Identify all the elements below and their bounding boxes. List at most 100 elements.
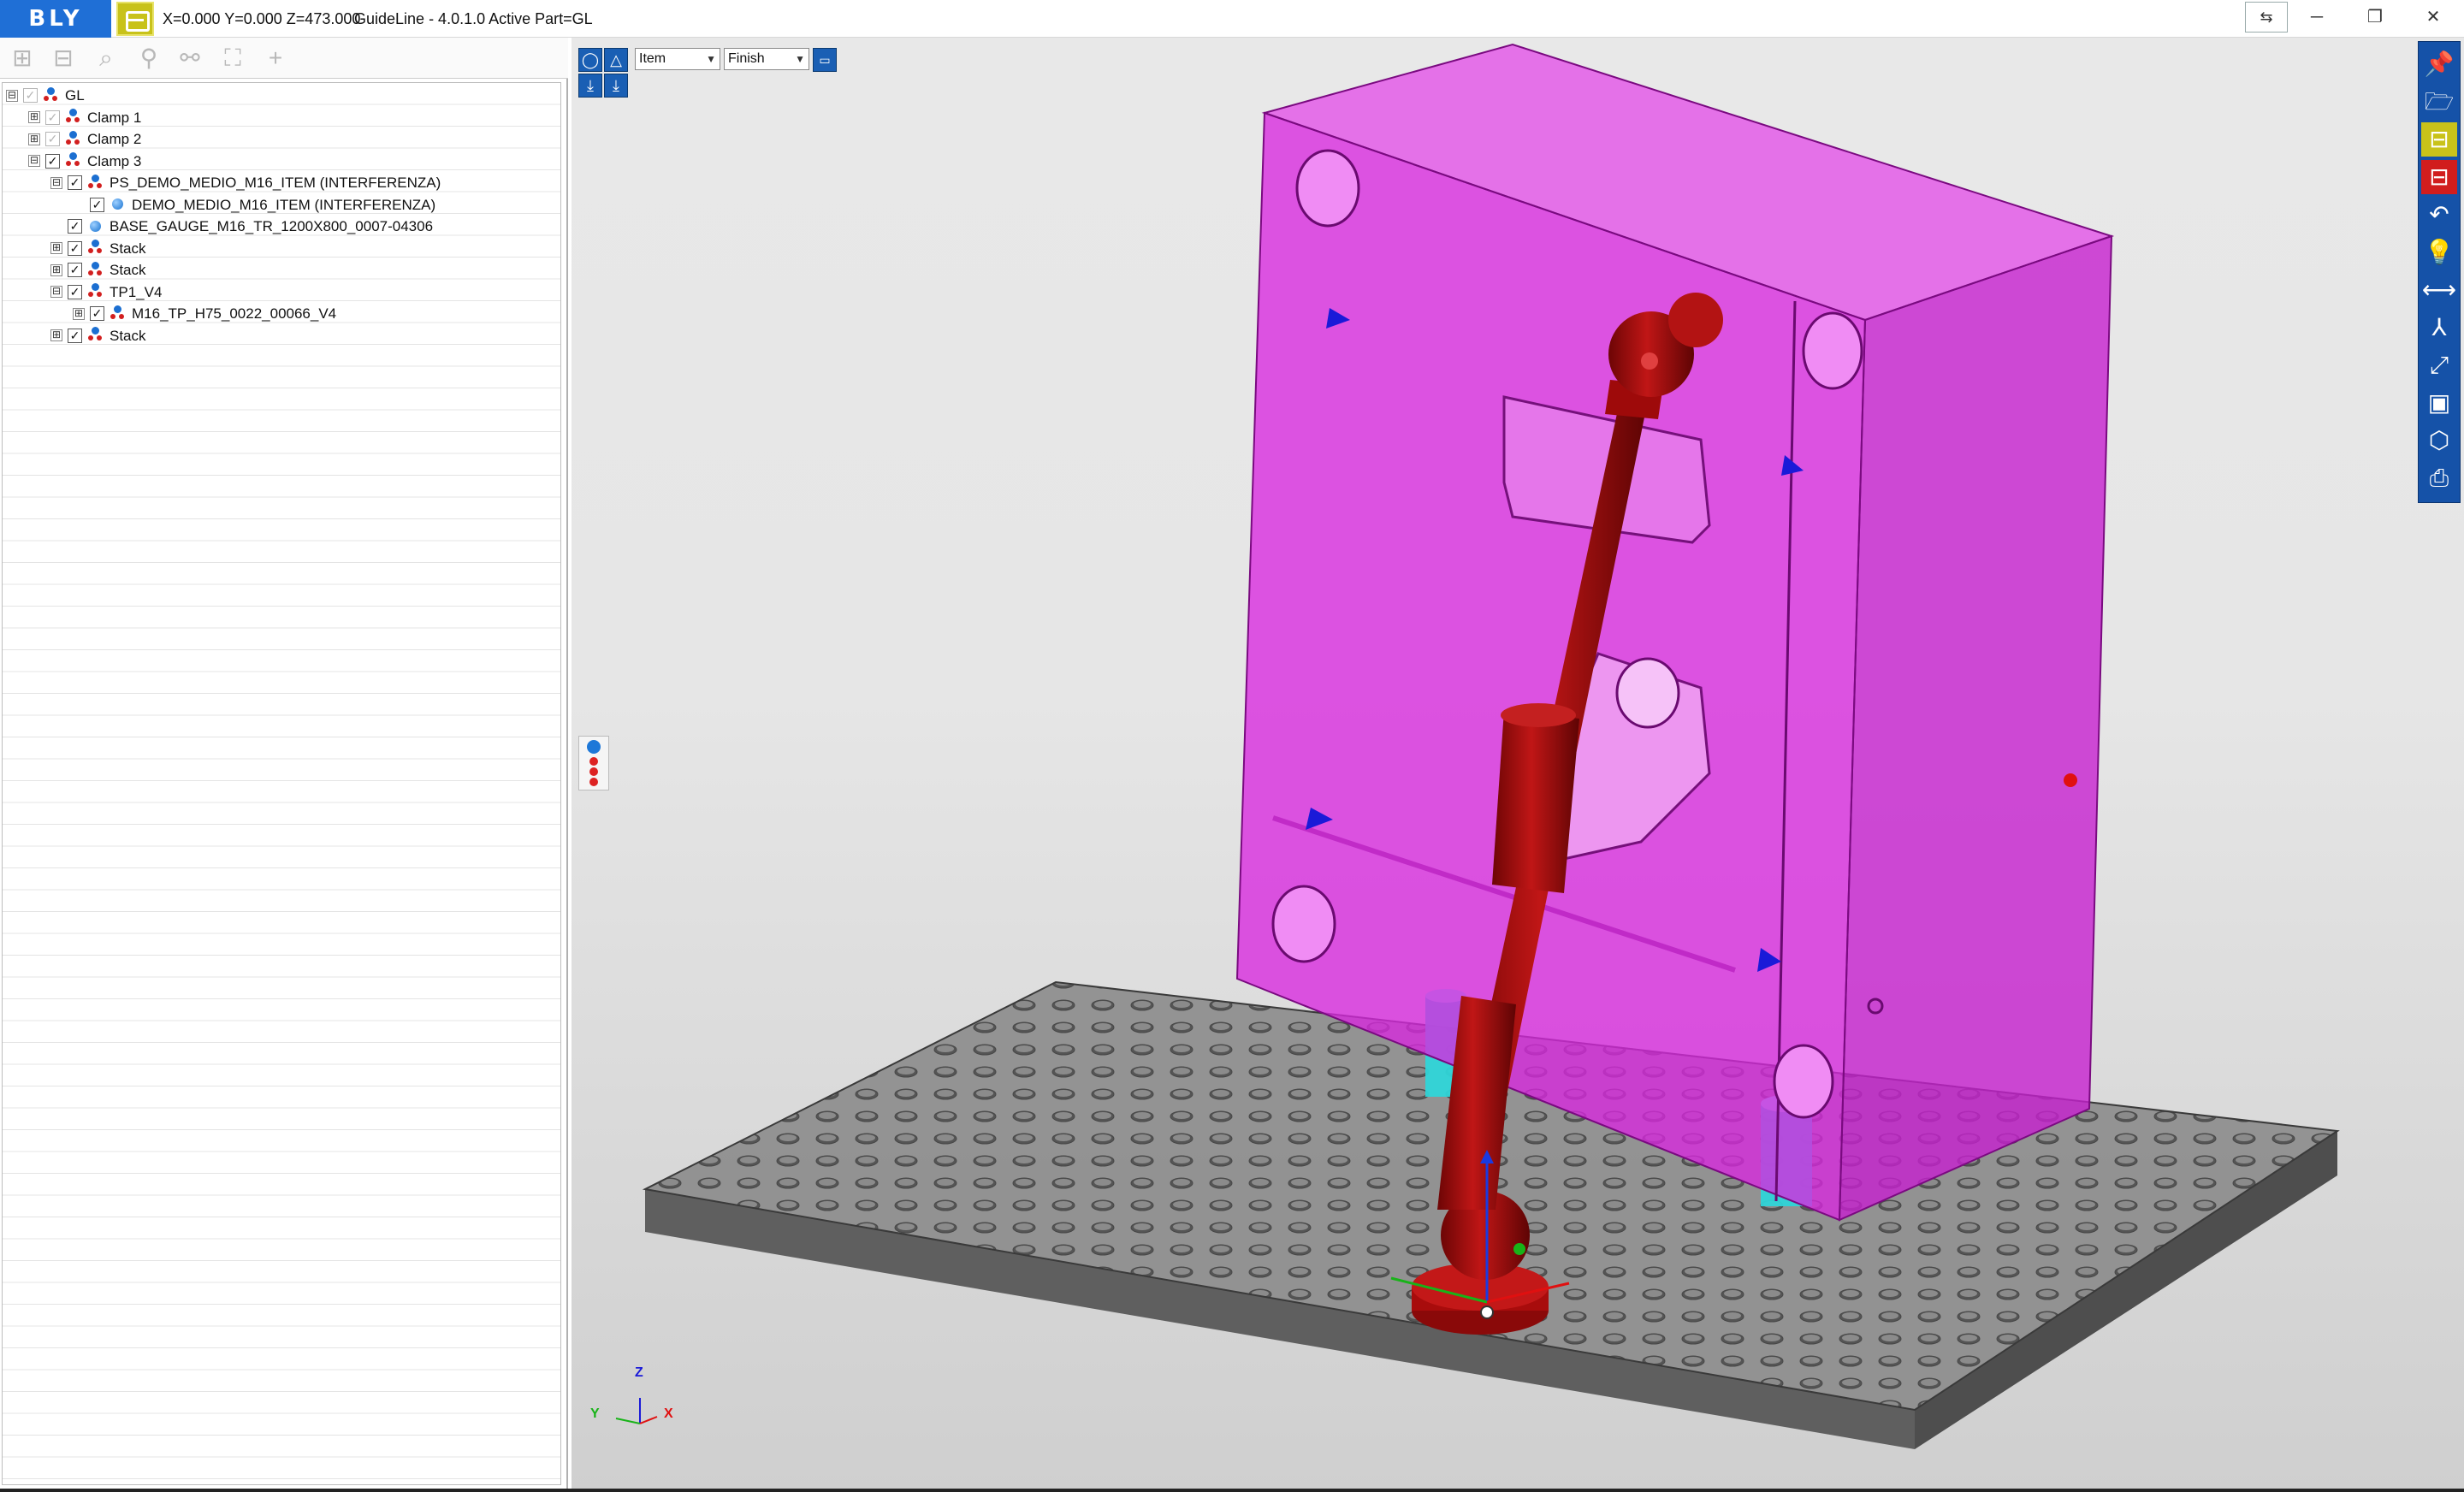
tree-node[interactable]: ⊟ ✓ TP1_V4 xyxy=(50,281,162,302)
assembly-icon xyxy=(65,109,82,126)
tree-node[interactable]: ⊞ ✓ Clamp 2 xyxy=(28,127,141,149)
tree-node-label: Stack xyxy=(110,262,146,279)
wireframe-mode-icon[interactable]: △ xyxy=(604,48,628,72)
print-icon[interactable]: ⎙ xyxy=(2421,461,2457,495)
tree-visibility-checkbox[interactable]: ✓ xyxy=(90,197,104,212)
tree-branch-icon[interactable]: ⚯ xyxy=(175,44,205,74)
tree-node-label: TP1_V4 xyxy=(110,283,163,300)
pin-icon[interactable]: 📌 xyxy=(2421,47,2457,81)
gauge-icon[interactable] xyxy=(116,2,154,36)
bookmark-icon[interactable]: ⤓ xyxy=(578,74,602,98)
3d-scene[interactable] xyxy=(572,38,2464,1492)
shaded-mode-icon[interactable]: ◯ xyxy=(578,48,602,72)
tree-visibility-checkbox[interactable]: ✓ xyxy=(68,284,82,299)
tree-node-label: GL xyxy=(65,87,85,104)
finish-select-value: Finish xyxy=(728,51,765,66)
plus-square-icon[interactable]: ⊞ xyxy=(7,44,38,74)
tree-expander-icon[interactable]: ⊟ xyxy=(50,176,62,189)
chevron-down-icon: ▼ xyxy=(706,53,716,65)
axis-triad xyxy=(615,1398,658,1424)
assembly-tree[interactable]: ⊟ ✓ GL ⊞ ✓ Clamp 1 ⊞ ✓ Clamp 2 ⊟ ✓ Clamp 3 ⊟ ✓ PS_DEMO… xyxy=(2,82,561,1485)
gauge-yellow-icon[interactable]: ⊟ xyxy=(2421,122,2457,157)
tree-expander-icon[interactable]: ⊟ xyxy=(6,89,18,102)
tree-expander-icon[interactable]: ⊞ xyxy=(28,133,40,145)
axis-label-x: X xyxy=(664,1406,673,1421)
tree-node[interactable]: ⊟ ✓ GL xyxy=(6,84,85,105)
tree-node-label: Clamp 1 xyxy=(87,109,142,126)
tree-visibility-checkbox[interactable]: ✓ xyxy=(68,263,82,278)
assembly-icon xyxy=(65,152,82,169)
view-box-icon[interactable]: ▣ xyxy=(2421,386,2457,420)
bulb-icon[interactable]: 💡 xyxy=(2421,235,2457,269)
tree-visibility-checkbox[interactable]: ✓ xyxy=(23,88,38,104)
tree-node[interactable]: ⊟ ✓ PS_DEMO_MEDIO_M16_ITEM (INTERFERENZA) xyxy=(50,171,441,192)
mode-select[interactable]: Item ▼ xyxy=(635,48,720,70)
tree-visibility-checkbox[interactable]: ✓ xyxy=(68,328,82,343)
chevron-down-icon: ▼ xyxy=(795,53,805,65)
tree-node[interactable]: ⊟ ✓ Clamp 3 xyxy=(28,150,141,171)
bly-logo: BLY xyxy=(0,0,111,38)
part-icon xyxy=(110,196,127,213)
tree-icon[interactable]: ⚲ xyxy=(133,44,164,74)
tree-visibility-checkbox[interactable]: ✓ xyxy=(45,132,60,147)
tree-visibility-checkbox[interactable]: ✓ xyxy=(68,175,82,191)
tree-expander-icon[interactable]: ⊞ xyxy=(73,307,85,320)
tree-expander-icon[interactable]: ⊞ xyxy=(50,242,62,255)
tree-node[interactable]: ⊞ ✓ Stack xyxy=(50,258,146,280)
tree-node-label: M16_TP_H75_0022_00066_V4 xyxy=(132,305,337,323)
tree-node[interactable]: ⊞ ✓ Stack xyxy=(50,324,146,346)
tree-node-label: Stack xyxy=(110,240,146,257)
3d-viewport[interactable]: Z Y X ◯ △ ⤓ ⤓ Item ▼ Finish ▼ ▭ xyxy=(572,38,2464,1492)
tree-node[interactable]: ✓ DEMO_MEDIO_M16_ITEM (INTERFERENZA) xyxy=(73,193,435,215)
expand-icon[interactable]: ⤢ xyxy=(2421,348,2457,382)
cube-icon[interactable]: ⬡ xyxy=(2421,423,2457,458)
tree-node[interactable]: ⊞ ✓ M16_TP_H75_0022_00066_V4 xyxy=(73,302,336,323)
mode-select-value: Item xyxy=(639,51,666,66)
bookmark-alt-icon[interactable]: ⤓ xyxy=(604,74,628,98)
tree-node[interactable]: ✓ BASE_GAUGE_M16_TR_1200X800_0007-04306 xyxy=(50,215,433,236)
open-folder-icon[interactable]: 🗁 xyxy=(2421,85,2457,119)
undo-icon[interactable]: ↶ xyxy=(2421,198,2457,232)
tree-visibility-checkbox[interactable]: ✓ xyxy=(45,153,60,169)
plus-icon[interactable]: + xyxy=(260,44,291,74)
axis-label-z: Z xyxy=(635,1365,643,1380)
tree-expander-icon[interactable]: ⊟ xyxy=(50,286,62,299)
display-settings-icon[interactable]: ▭ xyxy=(813,48,837,72)
minimize-button[interactable]: ─ xyxy=(2291,0,2343,34)
search-icon[interactable]: ⌕ xyxy=(91,44,121,74)
tree-visibility-checkbox[interactable]: ✓ xyxy=(68,219,82,234)
tree-visibility-checkbox[interactable]: ✓ xyxy=(90,306,104,322)
measure-icon[interactable]: ⟷ xyxy=(2421,273,2457,307)
tree-expander-icon[interactable]: ⊞ xyxy=(28,111,40,124)
tree-expander-icon[interactable]: ⊞ xyxy=(50,263,62,276)
part-icon xyxy=(87,218,104,235)
gauge-red-icon[interactable]: ⊟ xyxy=(2421,160,2457,194)
tree-expander-icon[interactable]: ⊟ xyxy=(28,155,40,168)
user-switch-icon[interactable]: ⇆ xyxy=(2245,2,2288,33)
window-title: GuideLine - 4.0.1.0 Active Part=GL xyxy=(354,10,593,27)
tree-node-label: Clamp 3 xyxy=(87,152,142,169)
layer-toggle-widget[interactable] xyxy=(578,736,609,790)
right-toolbar: 📌 🗁 ⊟ ⊟ ↶ 💡 ⟷ ⅄ ⤢ ▣ ⬡ ⎙ xyxy=(2418,41,2461,503)
title-bar: BLY X=0.000 Y=0.000 Z=473.000 GuideLine … xyxy=(0,0,2464,38)
finish-select[interactable]: Finish ▼ xyxy=(724,48,809,70)
bottom-border xyxy=(0,1489,2464,1492)
close-button[interactable]: ✕ xyxy=(2408,0,2459,34)
axis-label-y: Y xyxy=(590,1406,600,1421)
tree-expander-icon[interactable]: ⊞ xyxy=(50,329,62,342)
assembly-icon xyxy=(65,130,82,148)
tree-node[interactable]: ⊞ ✓ Clamp 1 xyxy=(28,106,141,127)
assembly-icon xyxy=(87,283,104,300)
assembly-icon xyxy=(87,240,104,257)
tree-visibility-checkbox[interactable]: ✓ xyxy=(45,110,60,125)
fit-icon[interactable]: ⛶ xyxy=(217,44,248,74)
tree-visibility-checkbox[interactable]: ✓ xyxy=(68,240,82,256)
assembly-icon xyxy=(110,305,127,323)
tree-node-label: Clamp 2 xyxy=(87,131,142,148)
restore-button[interactable]: ❐ xyxy=(2349,0,2401,34)
axes-icon[interactable]: ⅄ xyxy=(2421,311,2457,345)
coordinate-readout: X=0.000 Y=0.000 Z=473.000 xyxy=(163,10,361,27)
assembly-tree-panel: ⊞ ⊟ ⌕ ⚲ ⚯ ⛶ + ⊟ ✓ GL ⊞ ✓ Clamp 1 ⊞ ✓ Clamp 2 ⊟ ✓ Cl… xyxy=(0,38,568,1492)
minus-square-icon[interactable]: ⊟ xyxy=(48,44,79,74)
tree-node[interactable]: ⊞ ✓ Stack xyxy=(50,237,146,258)
